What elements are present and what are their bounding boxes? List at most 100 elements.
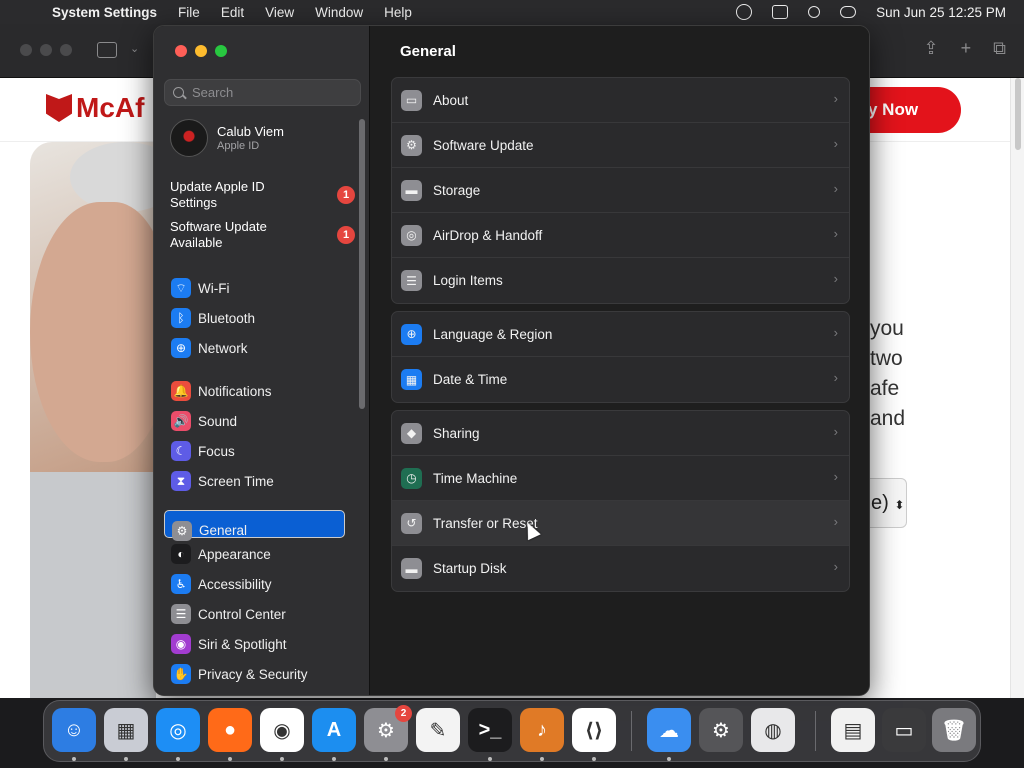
settings-row-label: Login Items — [433, 273, 503, 288]
browser-scrollbar[interactable] — [1010, 78, 1024, 698]
screen-time-icon[interactable] — [736, 4, 753, 20]
finder-icon[interactable]: ☺ — [52, 708, 96, 752]
system-settings-icon[interactable]: ⚙ 2 — [364, 705, 412, 752]
settings-row-airdrop-handoff[interactable]: ◎ AirDrop & Handoff › — [392, 213, 849, 258]
sidebar-item-screen-time[interactable]: ⧗ Screen Time — [164, 467, 345, 495]
moon-icon: ☾ — [171, 441, 191, 461]
weather-icon[interactable]: ☁ — [647, 708, 691, 752]
sidebar-item-appearance[interactable]: ◐ Appearance — [164, 540, 345, 568]
sidebar-item-notifications[interactable]: 🔔 Notifications — [164, 377, 345, 405]
trash-icon[interactable]: 🗑 — [932, 708, 976, 752]
sidebar-item-bluetooth[interactable]: ᛒ Bluetooth — [164, 304, 345, 332]
menu-view[interactable]: View — [265, 5, 294, 20]
chevron-right-icon: › — [833, 271, 838, 286]
dock-separator — [631, 711, 632, 751]
chrome-icon[interactable]: ◉ — [260, 708, 304, 752]
drive-icon: ▬ — [401, 179, 422, 201]
sidebar-item-wi-fi[interactable]: ⌔ Wi-Fi — [164, 274, 345, 302]
tab-overview-icon[interactable]: ⧉ — [993, 38, 1006, 59]
time-machine-icon: ◷ — [401, 467, 422, 489]
safari-icon[interactable]: ◎ — [156, 708, 200, 752]
settings-row-startup-disk[interactable]: ▬ Startup Disk › — [392, 546, 849, 591]
site-logo[interactable]: McAf — [46, 92, 144, 124]
menu-window[interactable]: Window — [315, 5, 363, 20]
sidebar-item-label: Network — [198, 340, 248, 356]
launchpad-icon[interactable]: ▦ — [104, 708, 148, 752]
settings-search[interactable]: Search — [164, 79, 361, 106]
firefox-icon[interactable]: ● — [208, 708, 252, 752]
settings-row-software-update[interactable]: ⚙ Software Update › — [392, 123, 849, 168]
utility-gear-icon[interactable]: ⚙ — [699, 708, 743, 752]
hero-text-line: you — [870, 317, 904, 340]
disk-icon: ▬ — [401, 558, 422, 579]
settings-row-storage[interactable]: ▬ Storage › — [392, 168, 849, 213]
settings-main-pane: General ▭ About › ⚙ Software Update › ▬ Storage… — [371, 26, 869, 695]
apple-id-account[interactable]: Calub Viem Apple ID — [170, 119, 284, 157]
menu-edit[interactable]: Edit — [221, 5, 244, 20]
vscode-icon[interactable]: ⟨⟩ — [572, 708, 616, 752]
settings-row-login-items[interactable]: ☰ Login Items › — [392, 258, 849, 303]
software-update-notice[interactable]: Software Update Available 1 — [170, 219, 355, 251]
settings-row-time-machine[interactable]: ◷ Time Machine › — [392, 456, 849, 501]
logo-text: McAf — [76, 92, 145, 123]
chevron-right-icon: › — [833, 226, 838, 241]
sidebar-item-control-center[interactable]: ☰ Control Center — [164, 600, 345, 628]
sidebar-item-privacy-security[interactable]: ✋ Privacy & Security — [164, 660, 345, 688]
app-store-icon[interactable]: A — [312, 708, 356, 752]
menu-clock[interactable]: Sun Jun 25 12:25 PM — [876, 5, 1006, 20]
bell-icon: 🔔 — [171, 381, 191, 401]
menu-help[interactable]: Help — [384, 5, 412, 20]
window-controls[interactable] — [20, 44, 72, 56]
settings-row-label: Time Machine — [433, 470, 518, 486]
menu-app-name[interactable]: System Settings — [52, 5, 157, 20]
running-indicator — [72, 757, 76, 761]
spotlight-icon[interactable] — [808, 6, 821, 18]
settings-row-language-region[interactable]: ⊕ Language & Region › — [392, 312, 849, 357]
hero-text: you two afe and — [870, 314, 905, 434]
hourglass-icon: ⧗ — [171, 471, 191, 491]
sidebar-toggle-icon[interactable] — [97, 42, 117, 58]
sidebar-item-sound[interactable]: 🔊 Sound — [164, 407, 345, 435]
control-center-icon[interactable] — [840, 6, 857, 18]
close-window-button[interactable] — [175, 45, 187, 57]
sidebar-item-network[interactable]: ⊕ Network — [164, 334, 345, 362]
zoom-window-button[interactable] — [215, 45, 227, 57]
archive-utility-icon[interactable]: ◍ — [751, 708, 795, 752]
sidebar-scrollbar[interactable] — [359, 119, 365, 409]
terminal-icon[interactable]: >_ — [468, 708, 512, 752]
chevron-right-icon: › — [833, 469, 838, 484]
chevron-right-icon: › — [833, 424, 838, 439]
chevron-down-icon[interactable]: ⌄ — [130, 42, 139, 55]
running-indicator — [176, 757, 180, 761]
sidebar-item-focus[interactable]: ☾ Focus — [164, 437, 345, 465]
screenshot-icon[interactable]: ▭ — [882, 708, 926, 752]
menu-file[interactable]: File — [178, 5, 200, 20]
settings-group: ⊕ Language & Region › ▦ Date & Time › — [391, 311, 850, 403]
screen-mirroring-icon[interactable] — [772, 5, 789, 19]
sidebar-item-accessibility[interactable]: ♿ Accessibility — [164, 570, 345, 598]
sidebar-item-siri-spotlight[interactable]: ◉ Siri & Spotlight — [164, 630, 345, 658]
hero-text-line: two — [870, 347, 903, 370]
notice-label: Update Apple ID — [170, 179, 265, 194]
share-icon[interactable]: ⇪ — [924, 38, 939, 59]
shield-logo-icon — [46, 94, 72, 122]
textedit-icon[interactable]: ✎ — [416, 708, 460, 752]
preview-icon[interactable]: ▤ — [831, 708, 875, 752]
sidebar-item-general[interactable]: ⚙ General — [164, 510, 345, 541]
hero-text-line: afe — [870, 377, 900, 400]
system-settings-window: Search Calub Viem Apple ID Update Apple … — [153, 25, 870, 696]
garageband-icon[interactable]: ♪ — [520, 708, 564, 752]
settings-row-transfer-or-reset[interactable]: ↺ Transfer or Reset › — [392, 501, 849, 546]
new-tab-icon[interactable]: + — [961, 38, 972, 59]
reset-icon: ↺ — [401, 512, 422, 534]
running-indicator — [332, 757, 336, 761]
minimize-window-button[interactable] — [195, 45, 207, 57]
running-indicator — [228, 757, 232, 761]
sidebar-item-label: Focus — [198, 443, 235, 459]
settings-row-date-time[interactable]: ▦ Date & Time › — [392, 357, 849, 402]
sidebar-item-label: Bluetooth — [198, 310, 256, 326]
sidebar-item-label: Wi-Fi — [198, 280, 230, 296]
update-apple-id-notice[interactable]: Update Apple ID Settings 1 — [170, 179, 355, 211]
settings-row-sharing[interactable]: ◆ Sharing › — [392, 411, 849, 456]
settings-row-about[interactable]: ▭ About › — [392, 78, 849, 123]
